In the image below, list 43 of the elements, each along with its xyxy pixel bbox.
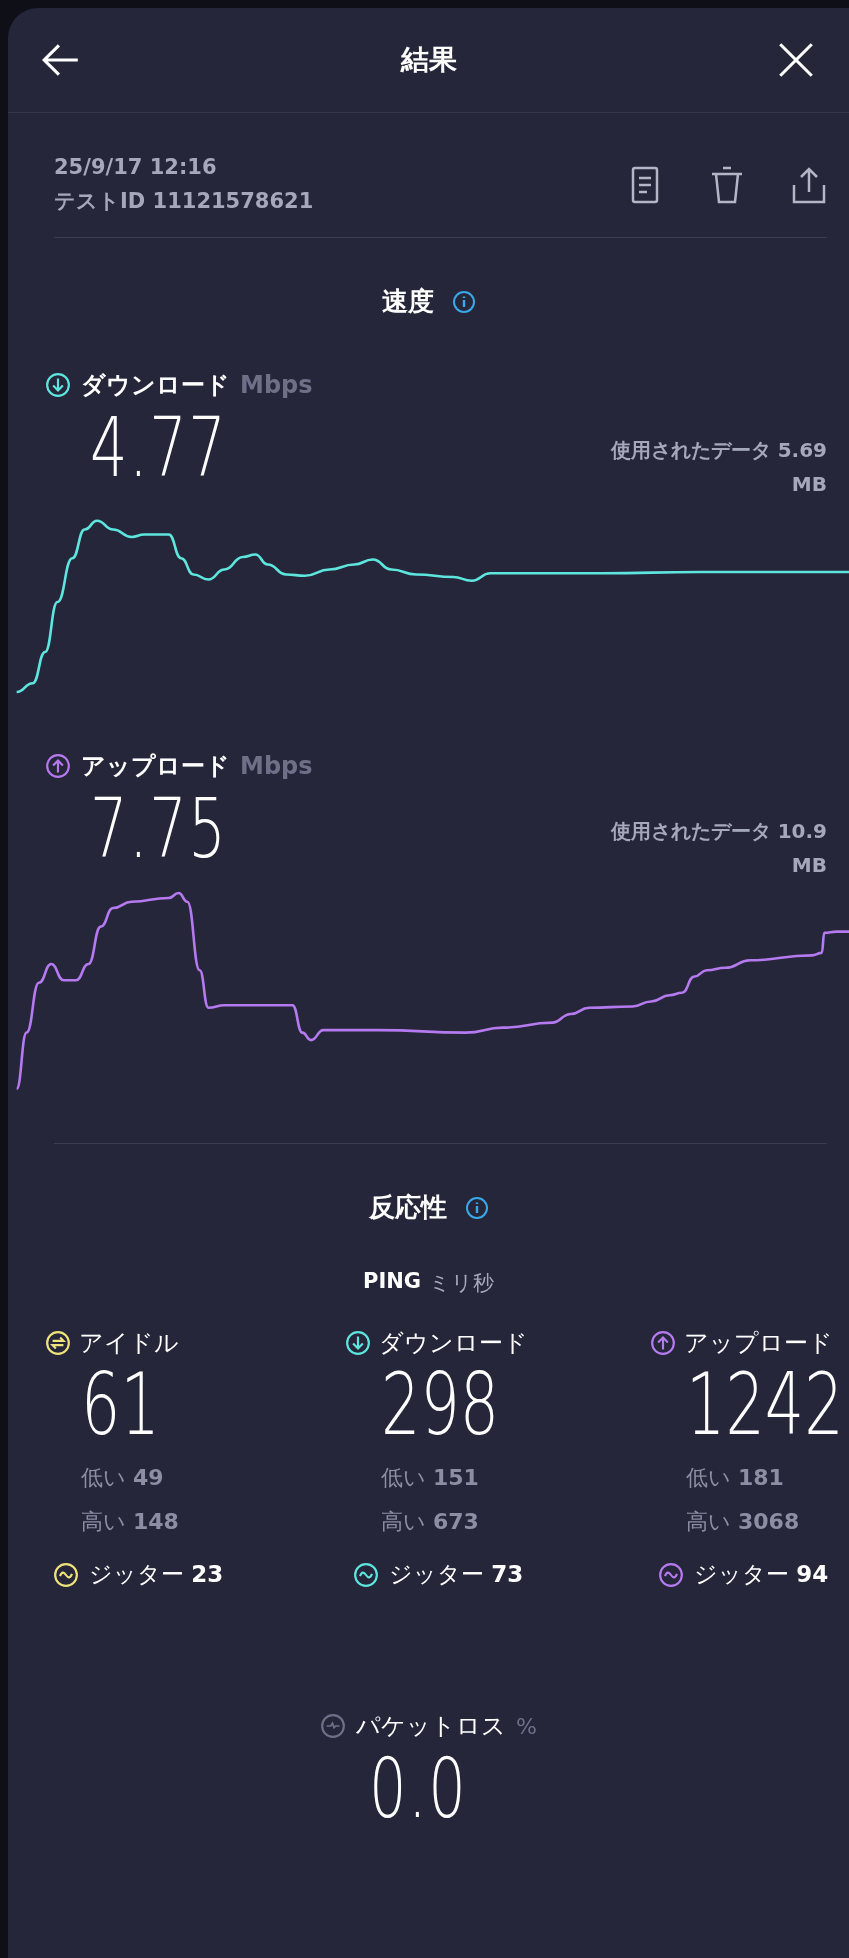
data-unit: MB	[791, 472, 827, 496]
data-unit: MB	[791, 853, 827, 877]
trash-icon[interactable]	[709, 165, 745, 205]
test-date: 25/9/17 12:16	[54, 155, 218, 179]
speed-value: 4.77	[90, 407, 228, 489]
info-icon[interactable]	[464, 1195, 489, 1220]
share-icon[interactable]	[791, 165, 827, 205]
ping-type-label: アイドル	[79, 1328, 179, 1359]
data-used: 使用されたデータ 5.69	[610, 437, 827, 464]
ping-value: 298	[381, 1359, 501, 1450]
section-title: 速度	[381, 285, 434, 318]
speed-label: アップロード	[81, 751, 230, 782]
ping-value: 61	[81, 1359, 161, 1450]
ping-unit: ミリ秒	[429, 1270, 494, 1297]
jitter-value: ジッター 23	[89, 1560, 224, 1590]
section-title: 反応性	[368, 1191, 447, 1224]
high-value: 高い 3068	[686, 1508, 801, 1537]
pulse-icon	[320, 1713, 347, 1740]
ping-value: 1242	[686, 1359, 844, 1450]
speed-label: ダウンロード	[81, 370, 230, 401]
low-value: 低い 181	[686, 1464, 785, 1493]
high-value: 高い 673	[381, 1508, 480, 1537]
unit-label: Mbps	[240, 752, 313, 780]
ping-type-label: アップロード	[684, 1328, 833, 1359]
ping-type-label: ダウンロード	[379, 1328, 528, 1359]
info-icon[interactable]	[451, 289, 476, 314]
high-value: 高い 148	[81, 1508, 180, 1537]
low-value: 低い 151	[381, 1464, 480, 1493]
test-id: テストID 11121578621	[54, 188, 314, 215]
packet-loss-label: パケットロス	[356, 1711, 507, 1743]
low-value: 低い 49	[81, 1464, 165, 1493]
screen-title: 結果	[400, 42, 457, 78]
unit-label: Mbps	[240, 371, 313, 399]
jitter-value: ジッター 94	[694, 1560, 829, 1590]
ping-label: PING	[363, 1269, 421, 1295]
wave-icon	[353, 1561, 379, 1588]
speed-value: 7.75	[90, 788, 228, 870]
wave-icon	[658, 1561, 684, 1588]
wave-icon	[53, 1561, 79, 1588]
packet-loss-value: 0.0	[369, 1748, 468, 1831]
data-used: 使用されたデータ 10.9	[610, 818, 827, 845]
unit-label: %	[516, 1713, 537, 1739]
jitter-value: ジッター 73	[389, 1560, 524, 1590]
